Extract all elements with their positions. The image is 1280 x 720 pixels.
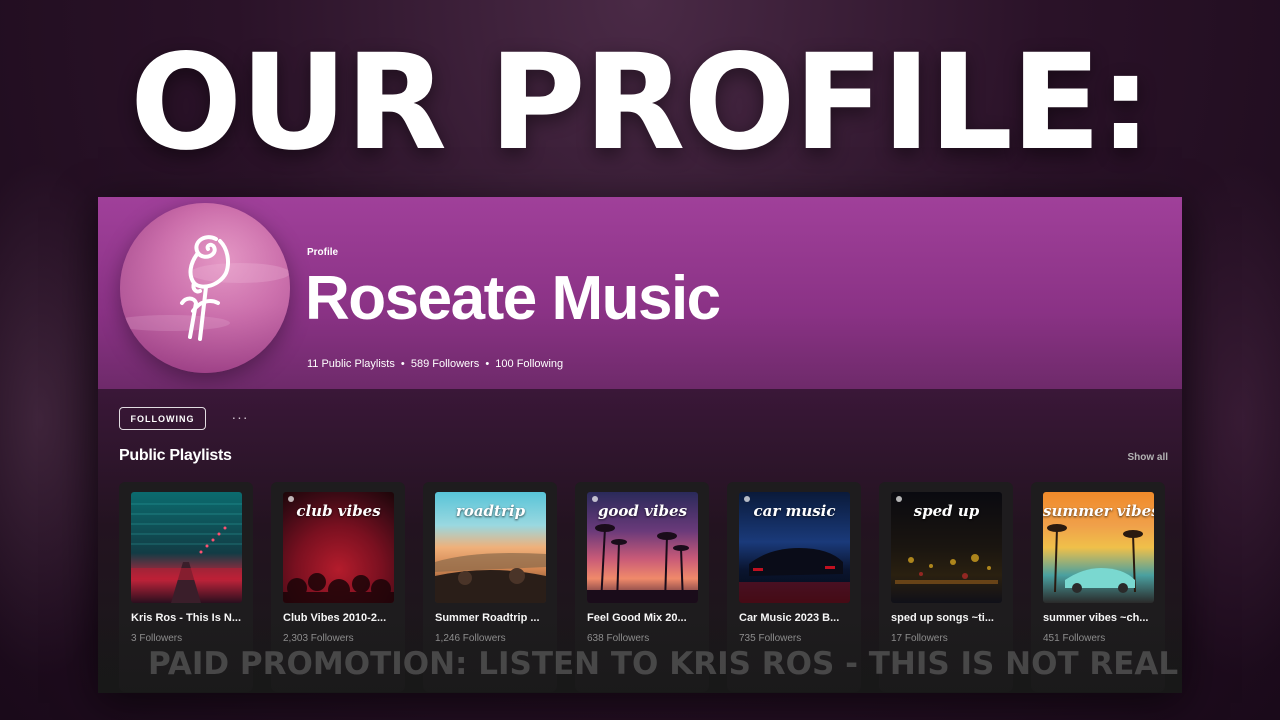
overlay-headline: OUR PROFILE:	[130, 26, 1152, 180]
cover-text: club vibes	[296, 502, 381, 520]
playlist-followers: 638 Followers	[587, 633, 650, 644]
promotion-disclaimer: PAID PROMOTION: LISTEN TO KRIS ROS - THI…	[148, 646, 1179, 682]
playlist-cover: summer vibes	[1043, 492, 1154, 603]
playlist-title[interactable]: Car Music 2023 B...	[739, 612, 855, 624]
playlist-title[interactable]: Feel Good Mix 20...	[587, 612, 703, 624]
playlist-followers: 2,303 Followers	[283, 633, 354, 644]
public-playlists-count[interactable]: 11 Public Playlists	[307, 358, 395, 370]
profile-header: Profile Roseate Music 11 Public Playlist…	[98, 197, 1182, 389]
playlist-followers: 735 Followers	[739, 633, 802, 644]
playlist-followers: 451 Followers	[1043, 633, 1106, 644]
playlist-cover: roadtrip	[435, 492, 546, 603]
playlist-followers: 3 Followers	[131, 633, 183, 644]
show-all-link[interactable]: Show all	[1127, 452, 1168, 463]
playlist-followers: 17 Followers	[891, 633, 948, 644]
playlist-cover: car music	[739, 492, 850, 603]
rose-logo-icon	[120, 203, 290, 373]
following-button[interactable]: FOLLOWING	[119, 407, 206, 430]
cover-text: sped up	[913, 502, 980, 520]
followers-count[interactable]: 589 Followers	[411, 358, 479, 370]
playlist-title[interactable]: Summer Roadtrip ...	[435, 612, 551, 624]
profile-name: Roseate Music	[305, 264, 721, 333]
playlist-title[interactable]: Kris Ros - This Is N...	[131, 612, 247, 624]
playlist-cover	[131, 492, 242, 603]
profile-kind-label: Profile	[307, 247, 339, 258]
cover-text: roadtrip	[455, 502, 526, 520]
cover-text: car music	[753, 502, 836, 520]
playlist-title[interactable]: summer vibes ~ch...	[1043, 612, 1159, 624]
stats-separator: •	[485, 358, 490, 370]
public-playlists-heading: Public Playlists	[119, 447, 232, 464]
profile-page: Profile Roseate Music 11 Public Playlist…	[98, 197, 1182, 693]
following-count[interactable]: 100 Following	[495, 358, 563, 370]
playlist-title[interactable]: sped up songs ~ti...	[891, 612, 1007, 624]
playlist-title[interactable]: Club Vibes 2010-2...	[283, 612, 399, 624]
cover-text: summer vibes	[1043, 502, 1154, 520]
more-options-button[interactable]: ···	[228, 407, 252, 430]
profile-stats: 11 Public Playlists • 589 Followers • 10…	[307, 358, 563, 370]
neon-road-art-icon	[131, 503, 242, 603]
playlist-cover: good vibes	[587, 492, 698, 603]
stats-separator: •	[400, 358, 405, 370]
profile-avatar[interactable]	[120, 203, 290, 373]
playlist-cover: club vibes	[283, 492, 394, 603]
playlist-cover: sped up	[891, 492, 1002, 603]
playlist-followers: 1,246 Followers	[435, 633, 506, 644]
cover-text: good vibes	[597, 502, 688, 520]
